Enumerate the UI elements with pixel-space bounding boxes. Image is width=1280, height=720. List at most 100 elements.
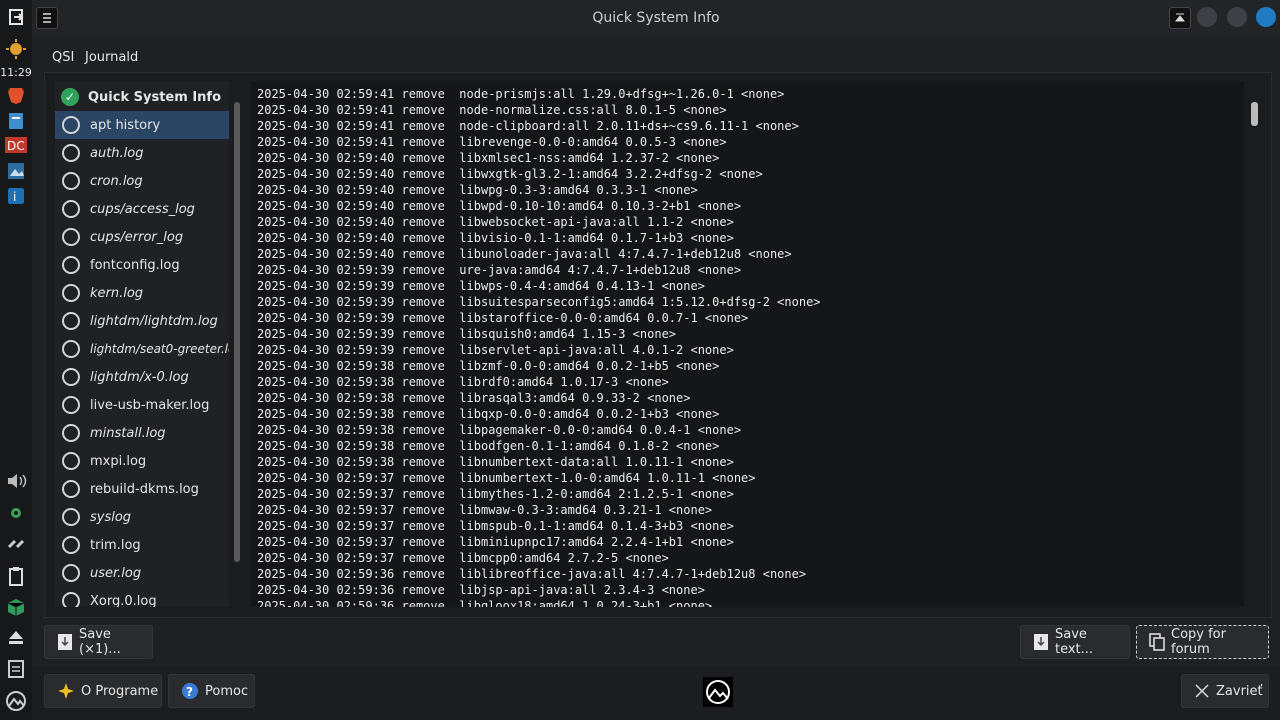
list-item-fontconfig-log[interactable]: fontconfig.log xyxy=(55,251,229,279)
copy-for-forum-label: Copy for forum xyxy=(1171,627,1226,657)
radio-icon xyxy=(62,424,80,442)
log-list: ✓ Quick System Info apt history auth.log… xyxy=(55,81,229,607)
updater-icon[interactable] xyxy=(4,658,28,680)
list-item-kern-log[interactable]: kern.log xyxy=(55,279,229,307)
file-manager-icon[interactable] xyxy=(4,110,28,132)
log-line: 2025-04-30 02:59:37 remove libmythes-1.2… xyxy=(257,487,734,501)
download-icon xyxy=(1033,633,1049,651)
list-item-user-log[interactable]: user.log xyxy=(55,559,229,587)
eject-icon[interactable] xyxy=(4,626,28,648)
log-text-scrollbar[interactable] xyxy=(1251,102,1258,126)
list-item-label: rebuild-dkms.log xyxy=(90,481,199,497)
tab-journald[interactable]: Journald xyxy=(79,44,144,72)
list-item-apt-history[interactable]: apt history xyxy=(55,111,229,139)
radio-icon xyxy=(62,368,80,386)
save-button-label: Save (×1)... xyxy=(79,627,121,657)
log-line: 2025-04-30 02:59:40 remove libxmlsec1-ns… xyxy=(257,151,720,165)
log-line: 2025-04-30 02:59:38 remove libodfgen-0.1… xyxy=(257,439,720,453)
list-item-trim-log[interactable]: trim.log xyxy=(55,531,229,559)
log-line: 2025-04-30 02:59:40 remove libvisio-0.1-… xyxy=(257,231,734,245)
clipboard-icon[interactable] xyxy=(4,565,28,587)
save-button[interactable]: Save (×1)... xyxy=(44,625,153,659)
log-line: 2025-04-30 02:59:39 remove libstaroffice… xyxy=(257,311,749,325)
log-line: 2025-04-30 02:59:36 remove libjsp-api-ja… xyxy=(257,583,705,597)
save-text-button[interactable]: Save text... xyxy=(1020,625,1130,659)
double-commander-icon[interactable]: DC xyxy=(4,134,28,156)
list-item-syslog[interactable]: syslog xyxy=(55,503,229,531)
svg-text:?: ? xyxy=(186,685,193,699)
mx-logo-icon[interactable] xyxy=(4,690,28,712)
radio-icon xyxy=(62,592,80,607)
list-item-label: syslog xyxy=(90,509,132,525)
minimize-button[interactable] xyxy=(1197,7,1217,27)
list-item-label: minstall.log xyxy=(90,425,166,441)
list-item-label: mxpi.log xyxy=(90,453,147,469)
list-item-cron-log[interactable]: cron.log xyxy=(55,167,229,195)
svg-text:i: i xyxy=(13,190,16,204)
keep-above-button[interactable] xyxy=(1169,7,1191,29)
list-item-mxpi-log[interactable]: mxpi.log xyxy=(55,447,229,475)
logout-icon[interactable] xyxy=(4,6,28,28)
log-line: 2025-04-30 02:59:37 remove libmspub-0.1-… xyxy=(257,519,734,533)
about-button[interactable]: O Programe xyxy=(44,674,162,708)
log-line: 2025-04-30 02:59:36 remove liblibreoffic… xyxy=(257,567,807,581)
list-item-label: cron.log xyxy=(90,173,143,189)
close-button-label: Zavrieť xyxy=(1216,683,1263,699)
log-line: 2025-04-30 02:59:39 remove libwps-0.4-4:… xyxy=(257,279,705,293)
radio-icon xyxy=(62,396,80,414)
log-list-scrollbar[interactable] xyxy=(234,102,240,562)
save-text-button-label: Save text... xyxy=(1055,627,1094,657)
settings-gear-icon[interactable] xyxy=(4,502,28,524)
log-line: 2025-04-30 02:59:40 remove libwxgtk-gl3.… xyxy=(257,167,763,181)
image-viewer-icon[interactable] xyxy=(4,160,28,182)
download-icon xyxy=(57,633,73,651)
help-button[interactable]: ? Pomoc xyxy=(168,674,255,708)
close-window-button[interactable] xyxy=(1256,7,1276,27)
list-item-seat0-greeter-log[interactable]: lightdm/seat0-greeter.log xyxy=(55,335,229,363)
log-text-area[interactable]: 2025-04-30 02:59:41 remove node-prismjs:… xyxy=(251,81,1244,607)
log-line: 2025-04-30 02:59:41 remove node-prismjs:… xyxy=(257,87,785,101)
weather-sun-icon[interactable] xyxy=(4,38,28,60)
close-button[interactable]: Zavrieť xyxy=(1181,674,1269,708)
radio-icon xyxy=(62,228,80,246)
title-bar: Quick System Info xyxy=(32,0,1280,36)
system-info-icon[interactable]: i xyxy=(4,185,28,207)
radio-icon xyxy=(62,116,80,134)
log-line: 2025-04-30 02:59:38 remove librdf0:amd64… xyxy=(257,375,669,389)
list-item-label: lightdm/seat0-greeter.log xyxy=(90,342,229,356)
maximize-button[interactable] xyxy=(1227,7,1247,27)
list-item-x0-log[interactable]: lightdm/x-0.log xyxy=(55,363,229,391)
volume-icon[interactable] xyxy=(4,470,28,492)
list-item-cups-error-log[interactable]: cups/error_log xyxy=(55,223,229,251)
log-line: 2025-04-30 02:59:39 remove libsuitespars… xyxy=(257,295,821,309)
content-frame: ✓ Quick System Info apt history auth.log… xyxy=(44,72,1272,618)
list-item-minstall-log[interactable]: minstall.log xyxy=(55,419,229,447)
list-item-cups-access-log[interactable]: cups/access_log xyxy=(55,195,229,223)
list-item-rebuild-dkms-log[interactable]: rebuild-dkms.log xyxy=(55,475,229,503)
list-item-lightdm-log[interactable]: lightdm/lightdm.log xyxy=(55,307,229,335)
package-icon[interactable] xyxy=(4,596,28,618)
network-icon[interactable] xyxy=(4,533,28,555)
log-line: 2025-04-30 02:59:37 remove libnumbertext… xyxy=(257,471,756,485)
panel-clock[interactable]: 11:29 xyxy=(0,66,32,79)
close-icon xyxy=(1194,683,1210,699)
radio-icon xyxy=(62,172,80,190)
list-item-label: cups/error_log xyxy=(90,229,184,245)
list-item-label: lightdm/x-0.log xyxy=(90,369,189,385)
log-line: 2025-04-30 02:59:40 remove libwpd-0.10-1… xyxy=(257,199,742,213)
list-item-auth-log[interactable]: auth.log xyxy=(55,139,229,167)
copy-for-forum-button[interactable]: Copy for forum xyxy=(1136,625,1269,659)
log-line: 2025-04-30 02:59:37 remove libminiupnpc1… xyxy=(257,535,734,549)
log-line: 2025-04-30 02:59:39 remove libservlet-ap… xyxy=(257,343,734,357)
list-item-label: trim.log xyxy=(90,537,141,553)
list-item-label: cups/access_log xyxy=(90,201,195,217)
radio-icon xyxy=(62,312,80,330)
list-item-quick-system-info[interactable]: ✓ Quick System Info xyxy=(55,83,229,111)
radio-icon xyxy=(62,200,80,218)
log-line: 2025-04-30 02:59:38 remove libnumbertext… xyxy=(257,455,734,469)
tab-qsi[interactable]: QSI xyxy=(46,44,81,74)
about-button-label: O Programe xyxy=(81,683,159,699)
list-item-live-usb-maker-log[interactable]: live-usb-maker.log xyxy=(55,391,229,419)
brave-browser-icon[interactable] xyxy=(4,84,28,106)
list-item-xorg-log[interactable]: Xorg.0.log xyxy=(55,587,229,607)
